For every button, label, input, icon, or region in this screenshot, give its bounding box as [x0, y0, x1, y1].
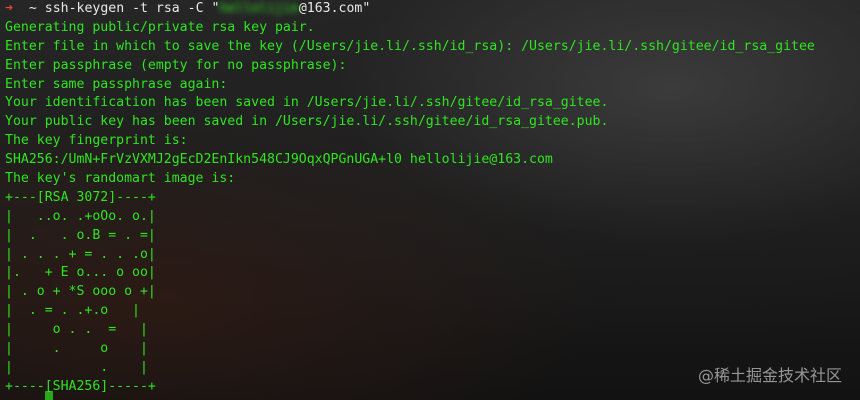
randomart-line: | . o |: [5, 341, 148, 357]
terminal-window[interactable]: ➜ ~ ssh-keygen -t rsa -C "hellolijie@163…: [0, 0, 860, 400]
output-line: Your public key has been saved in /Users…: [5, 114, 609, 130]
terminal-cursor: [45, 391, 53, 400]
command-line: ➜ ~ ssh-keygen -t rsa -C "hellolijie@163…: [5, 0, 860, 19]
randomart-line: | . = . .+.o |: [5, 303, 140, 319]
output-line: The key fingerprint is:: [5, 133, 188, 149]
prompt-directory: ~: [28, 1, 37, 16]
output-line: The key's randomart image is:: [5, 171, 236, 187]
fingerprint-line: SHA256:/UmN+FrVzVXMJ2gEcD2EnIkn548CJ9Oqx…: [5, 152, 553, 168]
randomart-line: |. + E o... o oo|: [5, 265, 156, 281]
output-line: Your identification has been saved in /U…: [5, 95, 609, 111]
watermark: @稀土掘金技术社区: [697, 366, 842, 385]
randomart-line: | . . . + = . . .o|: [5, 246, 156, 262]
command-text-end: @163.com": [298, 1, 371, 16]
command-text: ssh-keygen -t rsa -C ": [44, 1, 220, 16]
output-line: Enter same passphrase again:: [5, 76, 228, 92]
randomart-line: +---[RSA 3072]----+: [5, 189, 156, 205]
blurred-email-user: hellolijie: [219, 1, 299, 16]
output-line: Enter passphrase (empty for no passphras…: [5, 57, 347, 73]
output-line: Enter file in which to save the key (/Us…: [5, 38, 815, 54]
randomart-line: | o . . = |: [5, 322, 148, 338]
randomart-line: | ..o. .+oOo. o.|: [5, 208, 156, 224]
randomart-line: | . . o.B = . =|: [5, 227, 156, 243]
randomart-line: | . o + *S ooo o +|: [5, 284, 156, 300]
prompt-arrow-icon: ➜: [5, 1, 13, 16]
output-line: Generating public/private rsa key pair.: [5, 19, 315, 35]
